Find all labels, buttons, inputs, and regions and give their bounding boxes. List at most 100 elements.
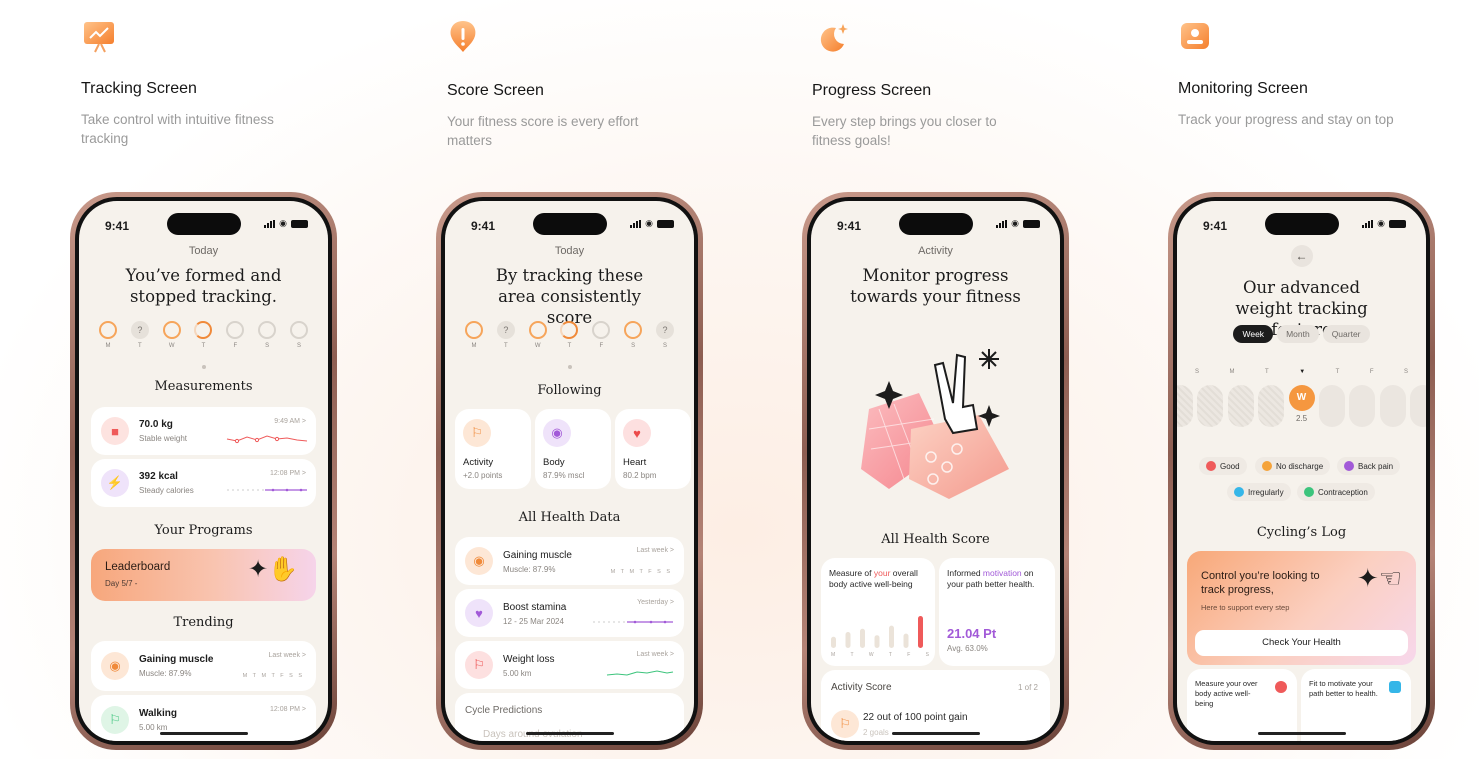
tile-subtitle: +2.0 points (463, 471, 503, 480)
status-icons: ◉ (996, 218, 1040, 229)
body-score-card[interactable]: Measure of your overall body active well… (821, 558, 948, 666)
chart-bar (903, 633, 909, 648)
gaining-muscle-card[interactable]: ◉ Gaining muscle Muscle: 87.9% Last week… (455, 537, 684, 585)
chart-bar (845, 632, 851, 648)
column-subtitle: Take control with intuitive fitness trac… (81, 112, 274, 146)
day-item[interactable]: S (288, 321, 310, 349)
smile-icon (1206, 461, 1216, 471)
day-column[interactable] (1379, 385, 1406, 427)
battery-icon (291, 219, 308, 228)
week-day-labels: S M T ▼ T F S (1195, 369, 1408, 375)
day-item[interactable]: W (161, 321, 183, 349)
kettlebell-icon: ◉ (543, 419, 571, 447)
back-arrow-icon[interactable]: ← (1290, 245, 1313, 267)
status-time: 9:41 (105, 219, 130, 233)
home-indicator[interactable] (1257, 732, 1346, 735)
day-column[interactable] (1197, 385, 1224, 427)
heart-tile[interactable]: ♥ Heart 80.2 bpm (615, 409, 691, 489)
day-item[interactable]: ? T (129, 321, 151, 349)
page-indicator: 1 of 2 (1017, 683, 1038, 692)
period-tabs: Week Month Quarter (1177, 325, 1426, 343)
hand-drawing-icon: ✦✋ (248, 556, 298, 583)
day-column-selected[interactable]: W 2.5 (1288, 385, 1315, 427)
day-column[interactable] (1410, 385, 1426, 427)
day-label: T (503, 343, 508, 349)
day-item[interactable]: ? T (495, 321, 517, 349)
weight-loss-sparkline (606, 670, 674, 676)
home-indicator[interactable] (525, 732, 614, 735)
chart-bar (889, 625, 894, 648)
running-icon: ⚐ (463, 419, 491, 447)
motivate-card[interactable]: Fit to motivate your path better to heal… (1301, 669, 1411, 741)
running-icon: ⚐ (831, 710, 859, 738)
leaderboard-banner[interactable]: Leaderboard Day 5/7 - ✦✋ (91, 549, 316, 601)
day-item[interactable]: M (463, 321, 485, 349)
tag-good[interactable]: Good (1199, 457, 1247, 475)
day-label: T (567, 343, 572, 349)
day-item[interactable]: F (590, 321, 612, 349)
day-label: T (1265, 369, 1269, 375)
signal-icon (630, 219, 642, 228)
activity-tile[interactable]: ⚐ Activity +2.0 points (455, 409, 531, 489)
activity-score-card[interactable]: Activity Score 1 of 2 ⚐ 22 out of 100 po… (821, 670, 1050, 741)
tab-quarter[interactable]: Quarter (1322, 325, 1370, 343)
card-time: Yesterday > (637, 599, 674, 606)
tab-week[interactable]: Week (1233, 325, 1274, 343)
chart-bar (860, 628, 865, 648)
alarm-clock-icon (1275, 681, 1287, 693)
exclamation-shield-icon (444, 18, 482, 56)
calories-card[interactable]: ⚡ 392 kcal Steady calories 12:08 PM > (91, 459, 316, 507)
ring-icon (528, 321, 547, 339)
selected-day-value: 2.5 (1295, 414, 1308, 423)
lightning-icon: ⚡ (101, 469, 129, 497)
day-column[interactable] (1258, 385, 1285, 427)
status-time: 9:41 (837, 219, 862, 233)
day-column[interactable] (1177, 385, 1193, 427)
card-title: Boost stamina (503, 602, 567, 613)
active-wellbeing-card[interactable]: Measure your over body active well-being (1187, 669, 1297, 741)
gaining-muscle-card[interactable]: ◉ Gaining muscle Muscle: 87.9% Last week… (91, 641, 316, 691)
home-indicator[interactable] (159, 732, 248, 735)
day-item[interactable]: S (622, 321, 644, 349)
day-column[interactable] (1227, 385, 1254, 427)
wifi-icon: ◉ (1011, 218, 1019, 228)
tab-month[interactable]: Month (1277, 325, 1319, 343)
health-banner[interactable]: Control you’re looking to track progress… (1187, 551, 1416, 665)
tag-no-discharge[interactable]: No discharge (1255, 457, 1331, 475)
day-item[interactable]: T (192, 321, 214, 349)
home-indicator[interactable] (891, 732, 980, 735)
score-screen: 9:41 ◉ Today By tracking these area cons… (445, 201, 694, 741)
check-health-button[interactable]: Check Your Health (1195, 630, 1408, 656)
card-text: Measure of your overall body active well… (829, 568, 918, 589)
day-item[interactable]: F (224, 321, 246, 349)
day-item[interactable]: W (527, 321, 549, 349)
battery-icon (1389, 219, 1406, 228)
profile-card-icon (1177, 18, 1215, 56)
day-item[interactable]: M (97, 321, 119, 349)
day-label: M (105, 343, 111, 349)
card-subtitle: Steady calories (139, 486, 194, 495)
day-label: S (296, 343, 301, 349)
day-column[interactable] (1349, 385, 1376, 427)
weight-icon: ■ (101, 417, 129, 445)
layers-icon (1304, 487, 1314, 497)
boost-stamina-card[interactable]: ♥ Boost stamina 12 - 25 Mar 2024 Yesterd… (455, 589, 684, 637)
status-icons: ◉ (1362, 218, 1406, 229)
day-item[interactable]: S (256, 321, 278, 349)
tag-irregularly[interactable]: Irregularly (1227, 483, 1291, 501)
wifi-icon: ◉ (1377, 218, 1385, 228)
motivation-card[interactable]: Informed motivation on your path better … (939, 558, 1055, 666)
card-title: Weight loss (503, 654, 555, 665)
phone-progress: 9:41 ◉ Activity Monitor progress towards… (802, 192, 1069, 750)
day-item[interactable]: ? S (654, 321, 676, 349)
phone-tracking: 9:41 ◉ Today You’ve formed and stopped t… (70, 192, 337, 750)
day-item[interactable]: T (558, 321, 580, 349)
ring-icon (465, 321, 483, 339)
day-column[interactable] (1318, 385, 1345, 427)
presentation-chart-icon (81, 18, 119, 56)
weight-loss-card[interactable]: ⚐ Weight loss 5.00 km Last week > (455, 641, 684, 689)
body-tile[interactable]: ◉ Body 87.9% mscl (535, 409, 611, 489)
tag-contraception[interactable]: Contraception (1297, 483, 1375, 501)
tag-back-pain[interactable]: Back pain (1337, 457, 1401, 475)
weight-card[interactable]: ■ 70.0 kg Stable weight 9:49 AM > (91, 407, 316, 455)
